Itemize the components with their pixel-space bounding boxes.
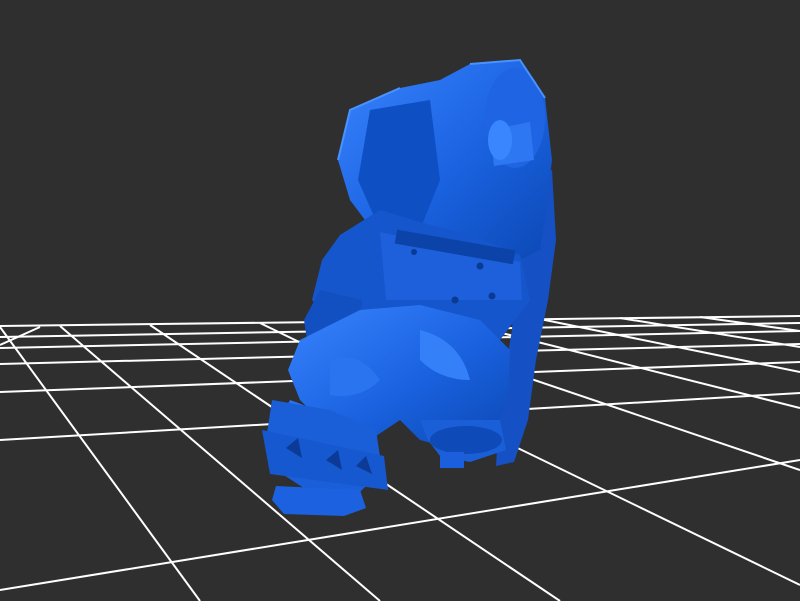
3d-model[interactable] [262,58,556,516]
3d-scene[interactable] [0,0,800,601]
3d-viewport[interactable] [0,0,800,601]
